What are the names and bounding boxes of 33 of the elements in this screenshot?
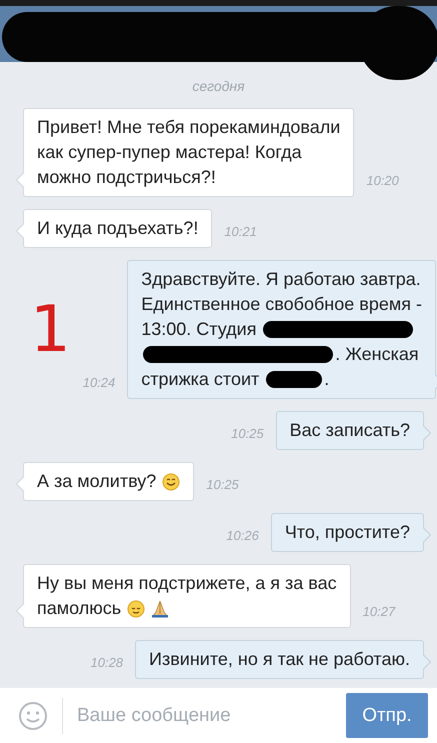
- message-time: 10:28: [90, 655, 124, 672]
- message-text: Ну вы меня подстрижете, а я за вас: [37, 572, 337, 595]
- message-text: стрижка стоит: [141, 368, 260, 391]
- message-time: 10:25: [205, 477, 240, 494]
- smile-emoji-icon: [162, 472, 180, 490]
- message-text: 13:00. Студия: [141, 318, 256, 341]
- message-text: Вас записать?: [290, 419, 410, 442]
- message-input[interactable]: Ваше сообщение: [77, 704, 338, 726]
- message-text: Привет! Мне тебя порекаминдовали: [37, 116, 340, 139]
- date-label: сегодня: [192, 78, 245, 94]
- message-time: 10:26: [225, 528, 260, 545]
- message-time: 10:20: [365, 173, 400, 190]
- message-text: А за молитву?: [37, 470, 156, 493]
- message-text: И куда подъехать?!: [37, 217, 198, 240]
- redaction-mark: [266, 371, 322, 388]
- message-time: 10:27: [362, 604, 397, 621]
- message-text: .: [324, 368, 330, 391]
- message-time: 10:24: [82, 375, 116, 392]
- message-text: памолюсь: [37, 597, 122, 620]
- message-text: Извините, но я так не работаю.: [149, 648, 410, 671]
- relieved-face-icon: [127, 600, 146, 618]
- message-text: . Женская: [335, 343, 419, 366]
- message-time: 10:21: [223, 224, 258, 241]
- message-text: можно подстричься?!: [37, 166, 216, 189]
- message-text: как супер-пупер мастера! Когда: [37, 141, 302, 164]
- praying-hands-icon: [151, 600, 170, 618]
- message-text: Что, простите?: [284, 521, 410, 544]
- message-text: Здравствуйте. Я работаю завтра.: [141, 268, 421, 291]
- emoji-icon[interactable]: [18, 700, 48, 730]
- annotation-number: 1: [30, 300, 71, 360]
- send-button[interactable]: Отпр.: [346, 693, 428, 738]
- message-time: 10:25: [230, 426, 265, 443]
- message-text: Единственное свобобное время -: [141, 293, 422, 316]
